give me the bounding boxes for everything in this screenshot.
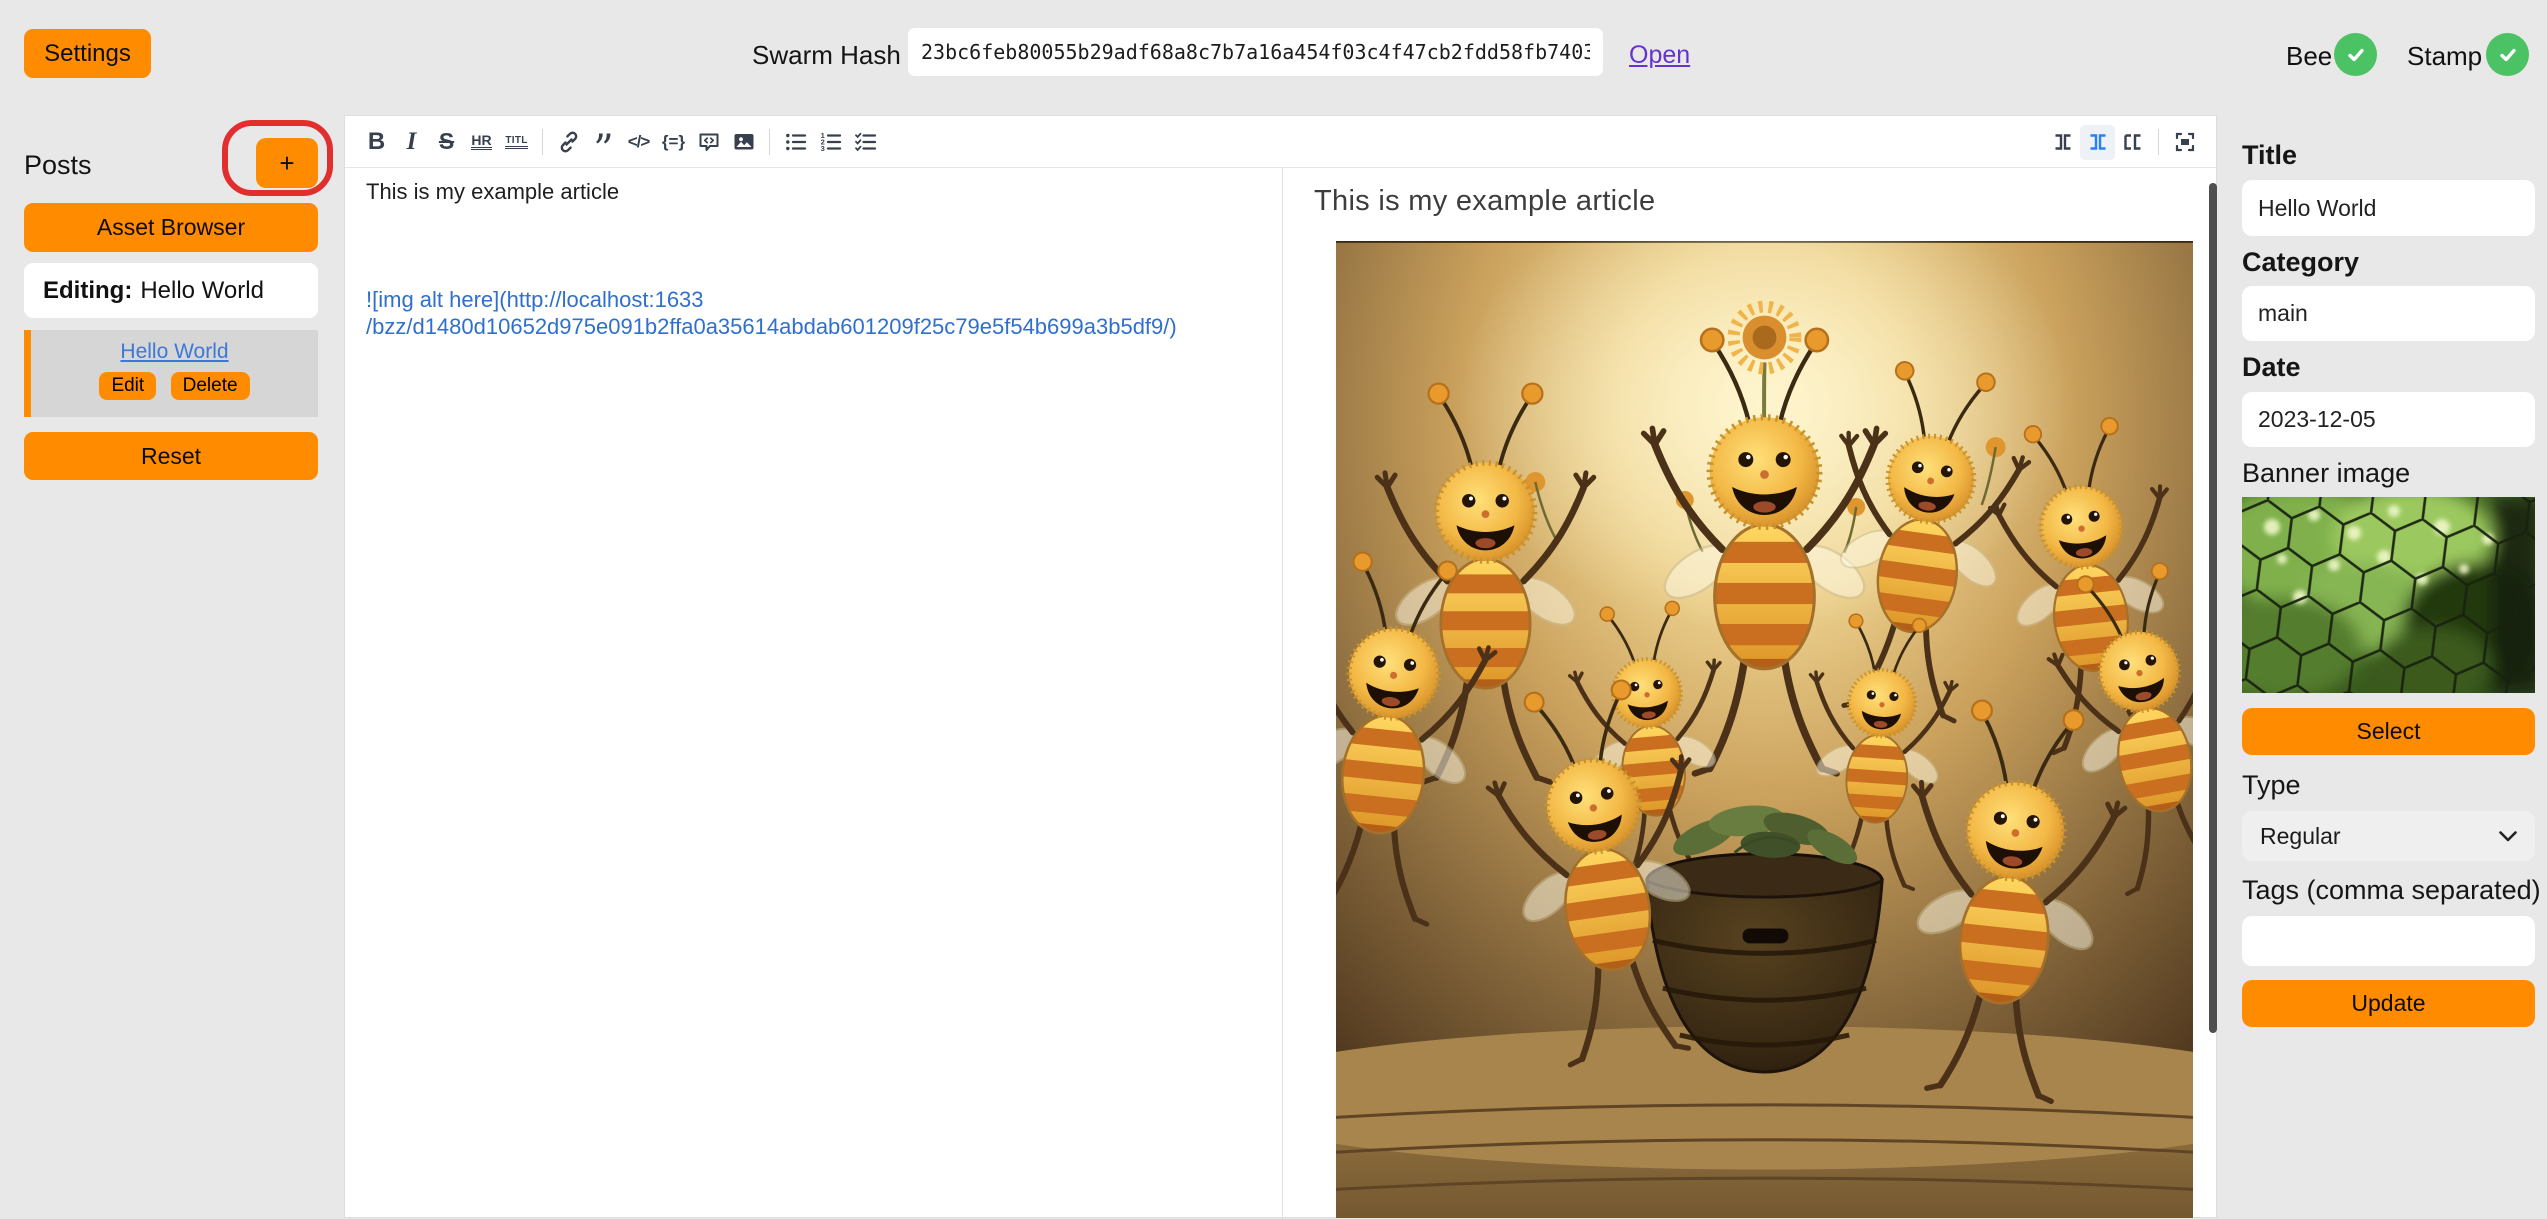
editor-view-icon[interactable]	[2045, 125, 2080, 160]
article-image	[1336, 241, 2193, 1218]
split-view-icon[interactable]	[2080, 125, 2115, 160]
tags-input[interactable]	[2242, 916, 2535, 966]
comment-icon[interactable]	[691, 124, 726, 159]
settings-button[interactable]: Settings	[24, 29, 151, 78]
preview-scrollbar[interactable]	[2209, 183, 2217, 1033]
bold-icon[interactable]: B	[359, 124, 394, 159]
heading-icon[interactable]: TITL	[499, 124, 534, 159]
editing-post-title: Hello World	[140, 277, 264, 305]
select-banner-button[interactable]: Select	[2242, 708, 2535, 755]
swarm-hash-input[interactable]	[908, 28, 1603, 76]
markdown-image-link[interactable]: ![img alt here](http://localhost:1633 /b…	[366, 286, 1156, 340]
asset-browser-button[interactable]: Asset Browser	[24, 203, 318, 252]
date-input[interactable]	[2242, 392, 2535, 447]
stamp-status-label: Stamp	[2407, 41, 2482, 72]
chevron-down-icon	[2499, 831, 2517, 842]
banner-image-thumbnail	[2242, 497, 2535, 693]
open-link[interactable]: Open	[1629, 41, 1690, 70]
swarm-hash-label: Swarm Hash	[752, 40, 901, 71]
image-icon[interactable]	[726, 124, 761, 159]
preview-view-icon[interactable]	[2115, 125, 2150, 160]
unordered-list-icon[interactable]	[778, 124, 813, 159]
preview-article-title: This is my example article	[1314, 185, 1655, 218]
task-list-icon[interactable]	[848, 124, 883, 159]
toolbar-divider	[2158, 129, 2159, 155]
toolbar-divider	[769, 129, 770, 155]
quote-icon[interactable]: ”	[586, 116, 621, 167]
code-block-icon[interactable]: {=}	[656, 124, 691, 159]
new-post-button[interactable]: +	[256, 138, 318, 188]
markdown-image-link-line2: /bzz/d1480d10652d975e091b2ffa0a35614abda…	[366, 313, 1156, 340]
post-title-link[interactable]: Hello World	[120, 340, 228, 364]
markdown-editor: B I S HR TITL ” </> {=}	[344, 115, 2217, 1218]
edit-post-button[interactable]: Edit	[99, 372, 156, 400]
post-list-item: Hello World Edit Delete	[24, 330, 318, 417]
markdown-image-link-line1: ![img alt here](http://localhost:1633	[366, 286, 1156, 313]
link-icon[interactable]	[551, 124, 586, 159]
bee-status-check-icon	[2334, 33, 2377, 76]
category-input[interactable]	[2242, 286, 2535, 341]
category-label: Category	[2242, 247, 2359, 278]
italic-icon[interactable]: I	[394, 124, 429, 159]
type-label: Type	[2242, 770, 2301, 801]
view-toggle-group	[2045, 116, 2202, 168]
strikethrough-icon[interactable]: S	[429, 124, 464, 159]
banner-image-label: Banner image	[2242, 458, 2410, 489]
fullscreen-icon[interactable]	[2167, 125, 2202, 160]
delete-post-button[interactable]: Delete	[171, 372, 250, 400]
pane-divider	[1282, 168, 1283, 1219]
horizontal-rule-icon[interactable]: HR	[464, 124, 499, 159]
ordered-list-icon[interactable]: 1 2 3	[813, 124, 848, 159]
type-select[interactable]: Regular	[2242, 811, 2535, 861]
reset-button[interactable]: Reset	[24, 432, 318, 480]
editing-prefix: Editing:	[43, 277, 132, 305]
svg-text:3: 3	[820, 144, 824, 153]
bee-status-label: Bee	[2286, 41, 2332, 72]
editor-toolbar: B I S HR TITL ” </> {=}	[345, 116, 2216, 168]
type-select-value: Regular	[2260, 823, 2341, 850]
editing-indicator: Editing: Hello World	[24, 263, 318, 318]
toolbar-divider	[542, 129, 543, 155]
title-input[interactable]	[2242, 180, 2535, 236]
tags-label: Tags (comma separated)	[2242, 875, 2541, 906]
code-icon[interactable]: </>	[621, 124, 656, 159]
date-label: Date	[2242, 352, 2301, 383]
posts-heading: Posts	[24, 150, 92, 181]
title-label: Title	[2242, 140, 2297, 171]
markdown-text-line[interactable]: This is my example article	[366, 179, 619, 205]
update-button[interactable]: Update	[2242, 980, 2535, 1027]
stamp-status-check-icon	[2486, 33, 2529, 76]
